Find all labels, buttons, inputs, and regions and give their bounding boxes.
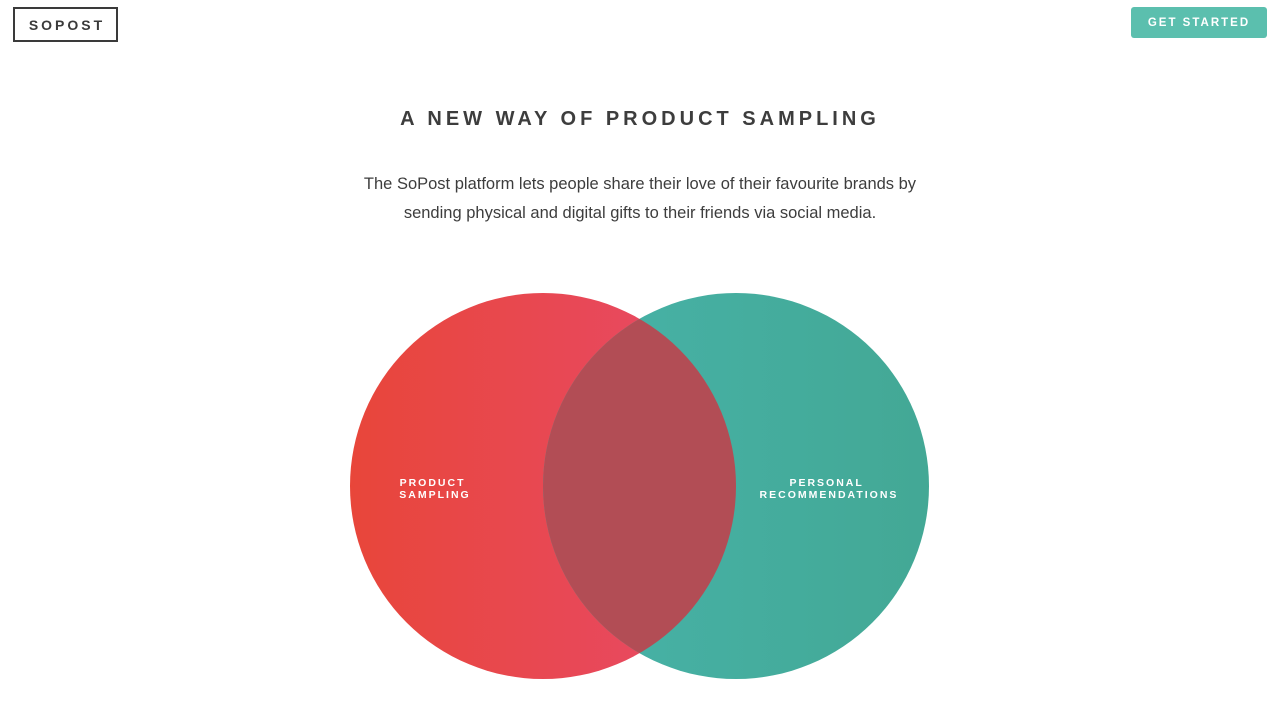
venn-label-product-sampling-line-1: PRODUCT (400, 477, 466, 489)
intro-text: The SoPost platform lets people share th… (340, 170, 940, 228)
get-started-button[interactable]: GET STARTED (1131, 7, 1267, 38)
intro-text-line-1: The SoPost platform lets people share th… (363, 175, 917, 193)
venn-label-product-sampling-line-2: SAMPLING (399, 489, 470, 501)
page-title: A NEW WAY OF PRODUCT SAMPLING (400, 108, 880, 130)
intro-text-line-2: sending physical and digital gifts to th… (403, 204, 877, 222)
venn-label-personal-recommendations-line-2: RECOMMENDATIONS (760, 489, 899, 501)
venn-label-personal-recommendations-line-1: PERSONAL (789, 477, 863, 489)
page: SOPOST GET STARTED A NEW WAY OF PRODUCT … (0, 0, 1280, 702)
venn-label-product-sampling: PRODUCT SAMPLING (399, 477, 470, 501)
logo[interactable]: SOPOST (13, 7, 118, 42)
venn-diagram: PRODUCT SAMPLING PERSONAL RECOMMENDATION… (350, 293, 929, 679)
